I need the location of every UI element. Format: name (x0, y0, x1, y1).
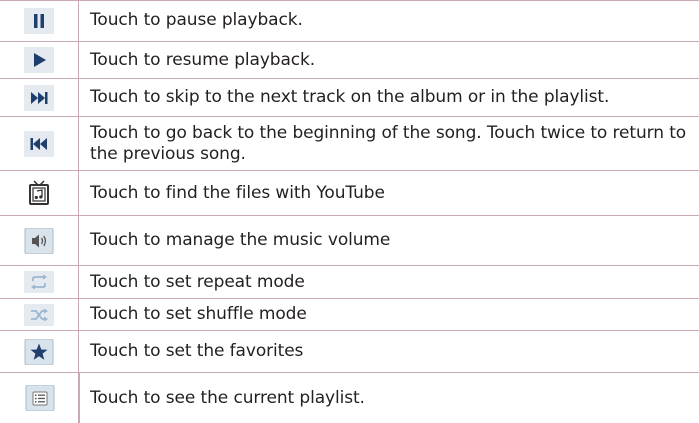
table-row: Touch to set repeat mode (0, 266, 699, 299)
icon-wrap (0, 373, 79, 423)
play-icon (24, 47, 54, 73)
table-row: Touch to manage the music volume (0, 216, 699, 266)
icon-cell (0, 266, 79, 298)
table-row: Touch to skip to the next track on the a… (0, 79, 699, 117)
skip-previous-icon (24, 130, 54, 157)
column-divider (78, 373, 80, 423)
row-description: Touch to see the current playlist. (90, 387, 365, 408)
shuffle-icon (24, 303, 54, 326)
table-row: Touch to resume playback. (0, 42, 699, 79)
table-row: Touch to go back to the beginning of the… (0, 117, 699, 171)
row-description: Touch to set repeat mode (90, 271, 305, 292)
row-description: Touch to set the favorites (90, 341, 304, 361)
table-row: Touch to set shuffle mode (0, 299, 699, 331)
icon-cell (0, 299, 79, 330)
icon-cell (0, 42, 79, 78)
repeat-icon (24, 271, 54, 293)
row-description: Touch to set shuffle mode (90, 304, 307, 324)
row-description: Touch to go back to the beginning of the… (90, 122, 687, 164)
icon-cell (0, 171, 79, 215)
star-icon (24, 338, 54, 365)
playlist-icon (25, 385, 54, 411)
icon-cell (0, 0, 79, 41)
volume-icon (24, 227, 54, 254)
table-row: Touch to see the current playlist. (0, 373, 699, 423)
row-description: Touch to pause playback. (90, 10, 303, 30)
icon-cell (0, 216, 79, 265)
row-description: Touch to manage the music volume (90, 230, 391, 250)
row-description: Touch to skip to the next track on the a… (90, 87, 610, 107)
icon-cell (0, 331, 79, 372)
row-description: Touch to resume playback. (90, 49, 316, 70)
table-row: Touch to find the files with YouTube (0, 171, 699, 216)
icon-cell (0, 117, 79, 170)
table-row: Touch to pause playback. (0, 0, 699, 42)
skip-next-icon (24, 84, 54, 111)
youtube-tv-icon (29, 180, 49, 205)
pause-icon (24, 7, 54, 34)
row-description: Touch to find the files with YouTube (90, 182, 385, 203)
table-row: Touch to set the favorites (0, 331, 699, 373)
icon-cell (0, 79, 79, 116)
